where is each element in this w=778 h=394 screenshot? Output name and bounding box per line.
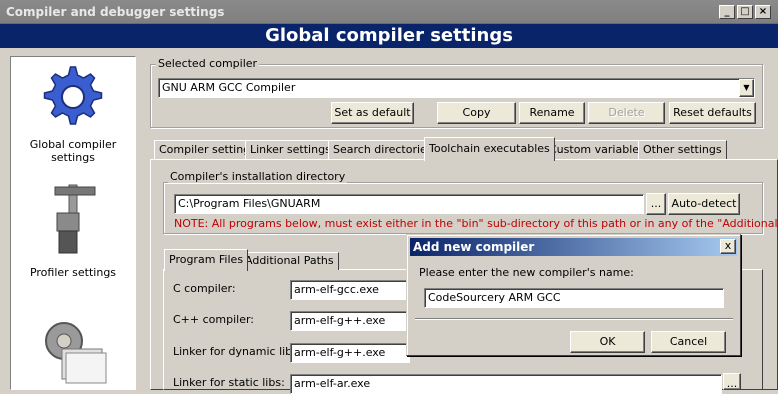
dynamic-linker-value: arm-elf-g++.exe	[294, 346, 386, 359]
install-dir-note: NOTE: All programs below, must exist eit…	[174, 217, 778, 230]
install-dir-value: C:\Program Files\GNUARM	[178, 197, 321, 210]
page-title: Global compiler settings	[0, 24, 778, 48]
tab-custom-variables[interactable]: Custom variables	[544, 140, 650, 160]
static-linker-field[interactable]: arm-elf-ar.exe	[290, 374, 722, 394]
ok-button[interactable]: OK	[570, 331, 645, 353]
install-dir-legend: Compiler's installation directory	[168, 170, 348, 183]
reset-defaults-button[interactable]: Reset defaults	[669, 102, 756, 124]
c-compiler-value: arm-elf-gcc.exe	[294, 283, 379, 296]
cpp-compiler-value: arm-elf-g++.exe	[294, 314, 386, 327]
minimize-button[interactable]: _	[719, 5, 735, 19]
selected-compiler-legend: Selected compiler	[156, 57, 260, 70]
tab-linker-settings[interactable]: Linker settings	[245, 140, 336, 160]
static-linker-label: Linker for static libs:	[173, 376, 285, 389]
cpp-compiler-field[interactable]: arm-elf-g++.exe	[290, 311, 410, 331]
tab-additional-paths[interactable]: Additional Paths	[240, 252, 339, 270]
dialog-title: Add new compiler	[413, 240, 535, 254]
dialog-divider	[415, 318, 733, 320]
sidebar-item-label: Global compiler settings	[29, 138, 117, 164]
browse-static-linker-button[interactable]: ...	[723, 373, 741, 390]
cpp-compiler-label: C++ compiler:	[173, 313, 255, 326]
sidebar-item-other[interactable]	[11, 315, 135, 391]
gear-icon	[43, 66, 103, 125]
close-icon[interactable]: x	[720, 239, 736, 254]
dialog-title-bar[interactable]: Add new compiler	[410, 238, 737, 256]
install-dir-field[interactable]: C:\Program Files\GNUARM	[174, 194, 644, 214]
set-as-default-button[interactable]: Set as default	[331, 102, 414, 124]
gear-stack-icon	[45, 322, 107, 384]
c-compiler-field[interactable]: arm-elf-gcc.exe	[290, 280, 410, 300]
tab-program-files[interactable]: Program Files	[164, 249, 249, 271]
tab-other-settings[interactable]: Other settings	[638, 140, 727, 160]
sidebar-item-profiler[interactable]: Profiler settings	[11, 177, 135, 281]
rename-button[interactable]: Rename	[519, 102, 585, 124]
window-title-bar[interactable]: Compiler and debugger settings _ □ ×	[0, 0, 778, 24]
compiler-select-value: GNU ARM GCC Compiler	[162, 81, 296, 94]
dynamic-linker-label: Linker for dynamic libs:	[173, 345, 302, 358]
tab-search-directories[interactable]: Search directories	[328, 140, 438, 160]
sidebar-item-global-compiler[interactable]: Global compiler settings	[11, 59, 135, 164]
chevron-down-icon[interactable]: ▼	[739, 79, 754, 97]
auto-detect-button[interactable]: Auto-detect	[668, 193, 740, 215]
category-list[interactable]: Global compiler settings Profiler settin…	[10, 56, 136, 390]
delete-button[interactable]: Delete	[588, 102, 665, 124]
compiler-name-field[interactable]: CodeSourcery ARM GCC	[424, 288, 724, 308]
cancel-button[interactable]: Cancel	[651, 331, 726, 353]
c-compiler-label: C compiler:	[173, 282, 236, 295]
caliper-icon	[54, 184, 96, 254]
close-window-button[interactable]: ×	[755, 5, 771, 19]
compiler-select[interactable]: GNU ARM GCC Compiler	[158, 78, 755, 98]
dialog-prompt: Please enter the new compiler's name:	[419, 266, 634, 279]
compiler-name-value: CodeSourcery ARM GCC	[428, 291, 561, 304]
add-compiler-dialog: Add new compiler x Please enter the new …	[406, 234, 741, 356]
dynamic-linker-field[interactable]: arm-elf-g++.exe	[290, 343, 410, 363]
copy-button[interactable]: Copy	[437, 102, 516, 124]
browse-dir-button[interactable]: ...	[646, 193, 666, 215]
window-title: Compiler and debugger settings	[6, 5, 225, 19]
tab-toolchain-executables[interactable]: Toolchain executables	[424, 137, 555, 161]
maximize-button[interactable]: □	[737, 5, 753, 19]
sidebar-item-label: Profiler settings	[29, 266, 117, 279]
static-linker-value: arm-elf-ar.exe	[294, 377, 371, 390]
